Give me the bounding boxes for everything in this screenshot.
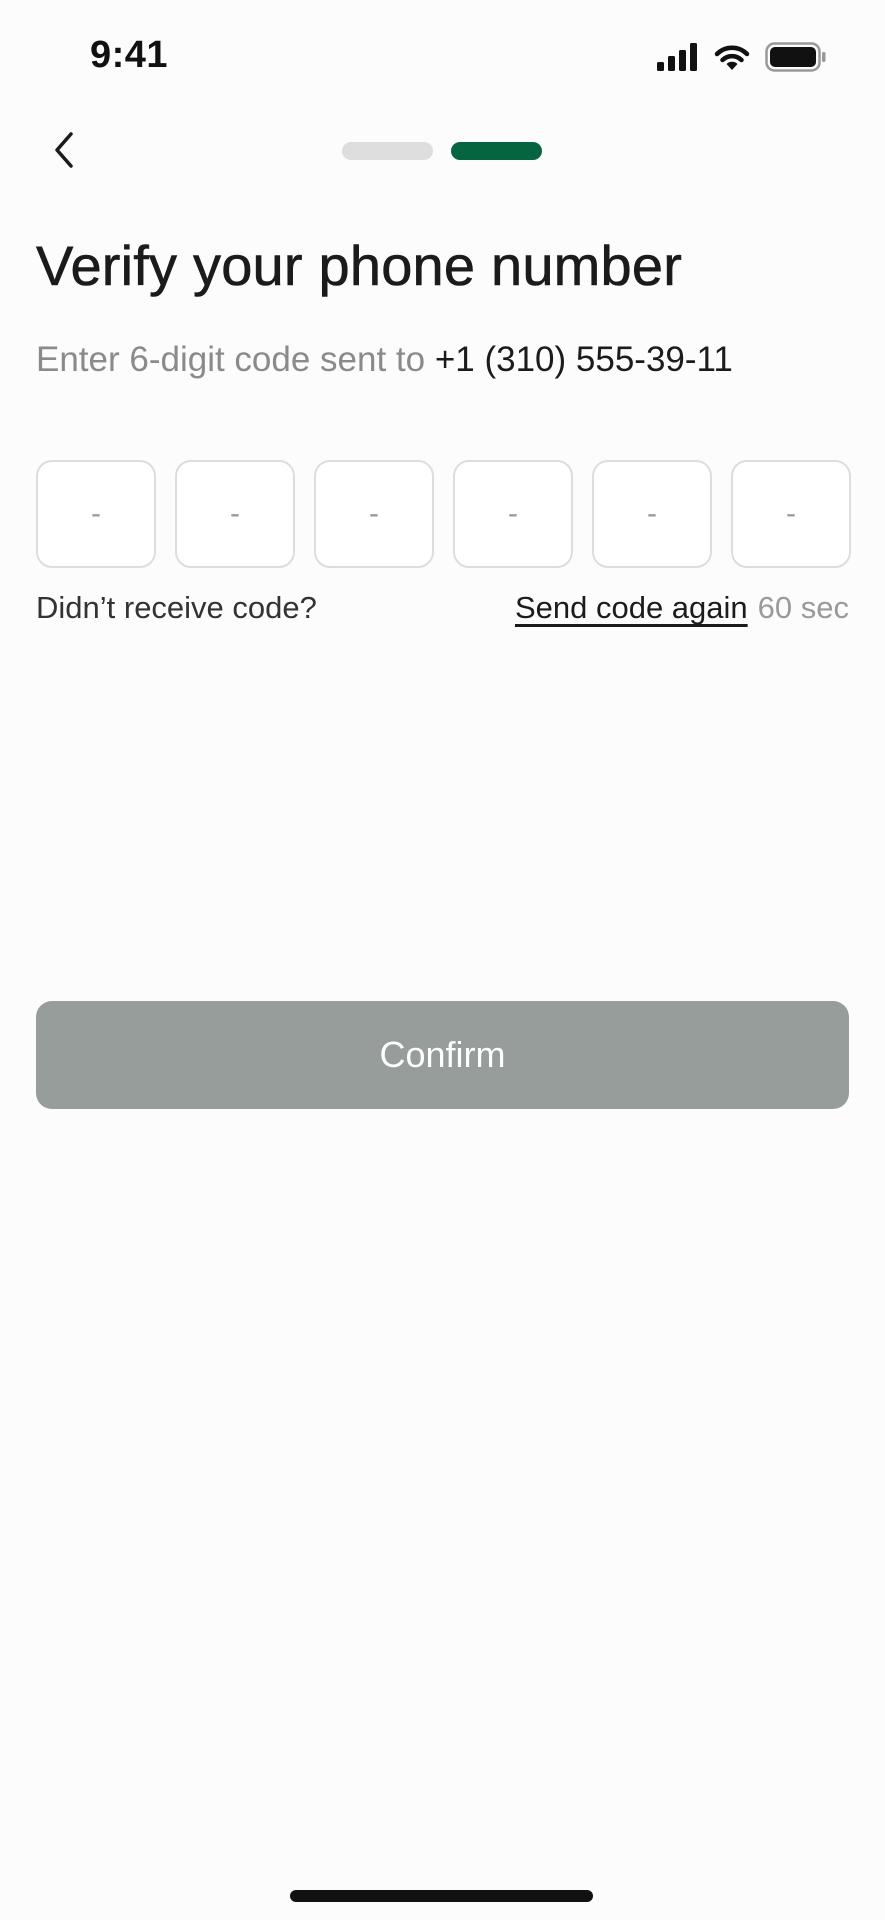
chevron-left-icon [51,130,77,175]
code-digit-2[interactable]: - [175,460,295,568]
step-progress [342,142,542,160]
subtitle: Enter 6-digit code sent to +1 (310) 555-… [36,340,733,380]
code-digit-1[interactable]: - [36,460,156,568]
resend-countdown: 60 sec [757,590,849,625]
home-indicator [290,1890,593,1902]
code-digit-5[interactable]: - [592,460,712,568]
confirm-button[interactable]: Confirm [36,1001,849,1109]
status-icons [657,42,827,77]
code-input-row: - - - - - - [36,460,851,568]
verify-phone-screen: 9:41 Verify your phone number Enter 6-di… [0,0,885,1920]
code-digit-6[interactable]: - [731,460,851,568]
battery-icon [765,42,827,77]
resend-row: Didn’t receive code? Send code again 60 … [36,590,849,626]
status-time: 9:41 [90,34,169,76]
cellular-signal-icon [657,43,699,76]
subtitle-prefix: Enter 6-digit code sent to [36,340,435,379]
back-button[interactable] [40,124,88,180]
phone-number: +1 (310) 555-39-11 [434,340,733,379]
status-bar: 9:41 [0,0,885,110]
progress-step-2 [451,142,542,160]
resend-controls: Send code again 60 sec [515,590,849,626]
page-title: Verify your phone number [36,234,683,298]
send-code-again-link[interactable]: Send code again [515,590,748,626]
wifi-icon [713,43,751,76]
code-digit-3[interactable]: - [314,460,434,568]
code-digit-4[interactable]: - [453,460,573,568]
progress-step-1 [342,142,433,160]
resend-prompt: Didn’t receive code? [36,590,317,625]
